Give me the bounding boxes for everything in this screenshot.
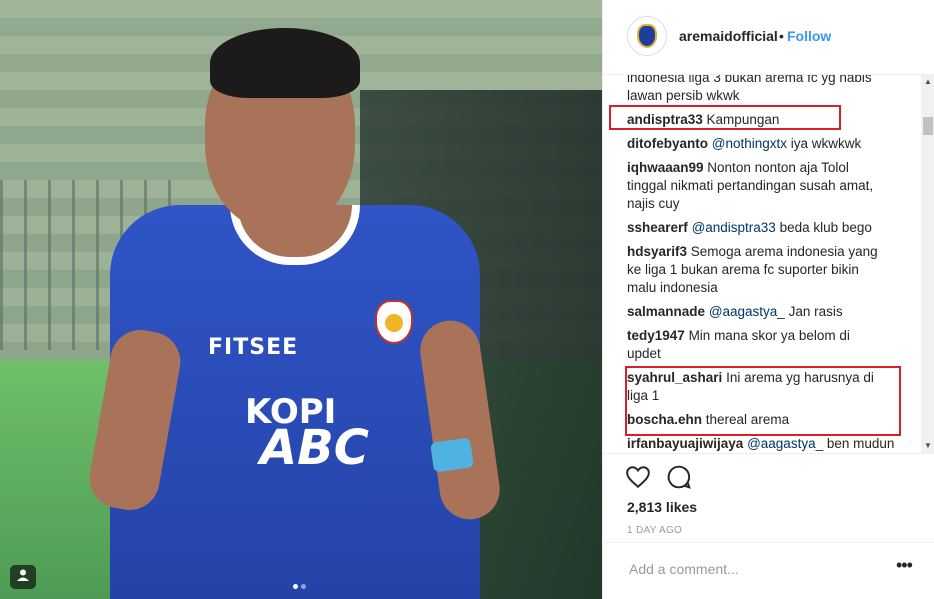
comment-text: lawan persib wkwk [627, 88, 740, 103]
post-header: aremaidofficial • Follow [603, 0, 934, 75]
comment-text: indonesia liga 3 bukan arema fc yg habis [627, 75, 872, 85]
user-tag-icon[interactable] [10, 565, 36, 589]
comment-text: Jan rasis [788, 304, 843, 319]
player-hair [210, 28, 360, 98]
header-username[interactable]: aremaidofficial [679, 28, 778, 44]
scroll-up-arrow-icon[interactable]: ▲ [924, 77, 932, 86]
comment-text: tinggal nikmati pertandingan susah amat, [627, 178, 874, 193]
scrollbar-thumb[interactable] [923, 117, 933, 135]
comments-scrollbar[interactable]: ▲ ▼ [921, 75, 934, 453]
heart-icon [626, 466, 650, 489]
scroll-down-arrow-icon[interactable]: ▼ [924, 441, 932, 450]
comment-username[interactable]: ditofebyanto [627, 136, 708, 151]
person-icon [17, 569, 29, 581]
comment-button[interactable] [666, 464, 692, 490]
more-options-button[interactable]: ••• [896, 555, 913, 576]
add-comment-input[interactable] [627, 560, 881, 578]
comment-text: ke liga 1 bukan arema fc suporter bikin [627, 262, 859, 277]
jersey-abc-text: ABC [260, 420, 369, 476]
comments-list[interactable]: indonesia liga 3 bukan arema fc yg habis… [603, 75, 921, 453]
comment-username[interactable]: iqhwaaan99 [627, 160, 704, 175]
jersey-sponsor-text: FITSEE [208, 335, 299, 360]
follow-button[interactable]: Follow [787, 28, 831, 44]
comment-username[interactable]: sshearerf [627, 220, 688, 235]
comment-item: tedy1947 Min mana skor ya belom di updet [627, 327, 907, 363]
comment-item: irfanbayuajiwijaya @aagastya_ ben mudun [627, 435, 907, 453]
comment-text: Min mana skor ya belom di [688, 328, 850, 343]
comment-text: malu indonesia [627, 280, 718, 295]
comment-text: najis cuy [627, 196, 680, 211]
club-logo-icon [637, 24, 657, 48]
carousel-dot[interactable] [301, 584, 306, 589]
comment-item: salmannade @aagastya_ Jan rasis [627, 303, 907, 321]
comment-mention[interactable]: @nothingxtx [712, 136, 787, 151]
comment-username[interactable]: irfanbayuajiwijaya [627, 436, 743, 451]
comment-item: sshearerf @andisptra33 beda klub bego [627, 219, 907, 237]
comment-mention[interactable]: @andisptra33 [692, 220, 776, 235]
comment-text: ben mudun [826, 436, 895, 451]
like-button[interactable] [625, 464, 651, 490]
comment-username[interactable]: tedy1947 [627, 328, 685, 343]
comment-username[interactable]: hdsyarif3 [627, 244, 687, 259]
post-date[interactable]: 1 DAY AGO [627, 525, 682, 536]
player-wristband [430, 437, 474, 473]
carousel-dots [293, 576, 309, 594]
comment-text: beda klub bego [779, 220, 872, 235]
carousel-dot-active[interactable] [293, 584, 298, 589]
comment-text: Nonton nonton aja Tolol [707, 160, 849, 175]
comment-text: Semoga arema indonesia yang [690, 244, 878, 259]
comment-bubble-icon [667, 465, 691, 489]
add-comment-bar: ••• [603, 542, 934, 597]
post-actions: 2,813 likes 1 DAY AGO ••• [603, 453, 934, 594]
highlight-box [625, 366, 901, 436]
comment-item: ditofebyanto @nothingxtx iya wkwkwk [627, 135, 907, 153]
comment-mention[interactable]: @aagastya_ [747, 436, 823, 451]
post-photo[interactable]: FITSEE KOPI ABC [0, 0, 602, 599]
club-crest-icon [375, 300, 413, 344]
avatar[interactable] [627, 16, 667, 56]
comment-username[interactable]: salmannade [627, 304, 705, 319]
comment-text: updet [627, 346, 661, 361]
header-separator: • [779, 28, 784, 44]
comment-mention[interactable]: @aagastya_ [709, 304, 785, 319]
comment-item: hdsyarif3 Semoga arema indonesia yang ke… [627, 243, 907, 297]
comment-item: iqhwaaan99 Nonton nonton aja Tolol tingg… [627, 159, 907, 213]
post-side-panel: aremaidofficial • Follow indonesia liga … [602, 0, 934, 599]
highlight-box [609, 105, 841, 130]
comment-item: indonesia liga 3 bukan arema fc yg habis… [627, 75, 907, 105]
comment-text: iya wkwkwk [790, 136, 862, 151]
likes-count[interactable]: 2,813 likes [627, 499, 697, 515]
